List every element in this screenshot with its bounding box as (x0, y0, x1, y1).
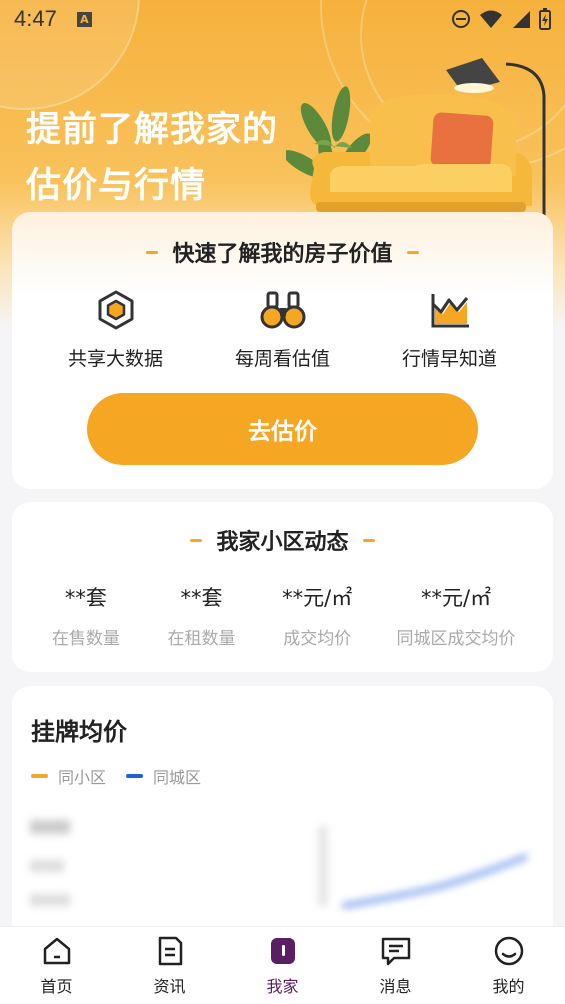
stat-label: 在售数量 (51, 629, 120, 649)
hero-title-line1: 提前了解我家的 (26, 110, 279, 150)
stats-row: **套 在售数量 **套 在租数量 **元/㎡ 成交均价 **元/㎡ 同城区成交… (12, 582, 553, 649)
stat-value: **套 (64, 586, 107, 610)
feature-list: 共享大数据 每周看估值 行情早知道 (12, 290, 553, 371)
message-icon (381, 937, 410, 965)
cube-icon (98, 290, 133, 330)
tab-label: 我家 (266, 976, 299, 996)
heading-dash-left (190, 538, 203, 542)
notification-icon: A (76, 11, 92, 27)
valuation-heading-text: 快速了解我的房子价值 (172, 242, 393, 267)
home-icon (43, 937, 70, 964)
legend-label: 同小区 (58, 768, 107, 787)
valuation-card: 快速了解我的房子价值 共享大数据 每周看估值 行情早知道 去估价 (12, 212, 553, 489)
hero-title-line2: 估价与行情 (26, 166, 207, 206)
tab-profile[interactable]: 我的 (452, 927, 565, 1004)
feature-label: 共享大数据 (67, 348, 163, 370)
stat-district-avg-price: **元/㎡ 同城区成交均价 (375, 582, 537, 649)
legend-swatch (31, 774, 48, 778)
feature-item-weekly-value: 每周看估值 (208, 290, 358, 371)
tab-messages[interactable]: 消息 (339, 927, 452, 1004)
my-home-icon (270, 937, 295, 964)
stat-label: 同城区成交均价 (396, 629, 516, 649)
trend-chart-icon (431, 294, 469, 328)
sofa-illustration (286, 58, 546, 226)
tab-label: 资讯 (153, 976, 186, 996)
status-bar: 4:47 A (0, 0, 565, 38)
tab-label: 我的 (492, 976, 525, 996)
legend-swatch (126, 774, 144, 778)
stat-label: 在租数量 (167, 629, 236, 649)
heading-dash-right (362, 538, 375, 542)
stat-for-sale: **套 在售数量 (28, 582, 144, 649)
battery-icon (539, 8, 551, 30)
legend-item-community: 同小区 (31, 764, 106, 788)
tab-label: 首页 (40, 976, 73, 996)
tab-label: 消息 (379, 976, 412, 996)
tab-news[interactable]: 资讯 (113, 927, 226, 1004)
community-heading-text: 我家小区动态 (216, 530, 349, 555)
legend-label: 同城区 (153, 768, 202, 787)
stat-value: **套 (180, 586, 223, 610)
tab-home[interactable]: 首页 (0, 927, 113, 1004)
bottom-tab-bar: 首页 资讯 我家 消息 我的 (0, 926, 565, 1004)
feature-label: 行情早知道 (401, 348, 497, 370)
legend-item-district: 同城区 (126, 764, 201, 788)
tab-my-home[interactable]: 我家 (226, 927, 339, 1004)
feature-label: 每周看估值 (234, 348, 330, 370)
listing-card-title: 挂牌均价 (31, 718, 127, 746)
heading-dash-left (146, 250, 159, 254)
stat-label: 成交均价 (283, 629, 352, 649)
feature-item-shared-data: 共享大数据 (41, 290, 191, 371)
community-heading: 我家小区动态 (12, 524, 553, 556)
feature-item-market-trend: 行情早知道 (375, 290, 525, 371)
dnd-icon (452, 10, 470, 28)
community-card: 我家小区动态 **套 在售数量 **套 在租数量 **元/㎡ 成交均价 **元/… (12, 502, 553, 672)
hero-title: 提前了解我家的 估价与行情 (26, 102, 278, 214)
status-time: 4:47 (14, 6, 57, 31)
valuation-heading: 快速了解我的房子价值 (12, 236, 553, 268)
signal-icon (513, 11, 530, 28)
stat-avg-price: **元/㎡ 成交均价 (259, 582, 375, 649)
chart-legend: 同小区 同城区 (31, 764, 201, 788)
stat-value: **元/㎡ (282, 586, 353, 610)
stat-value: **元/㎡ (421, 586, 492, 610)
heading-dash-right (406, 250, 419, 254)
wifi-icon (480, 10, 502, 28)
profile-icon (494, 936, 523, 965)
document-icon (158, 936, 182, 965)
go-valuation-button[interactable]: 去估价 (87, 393, 478, 465)
stat-for-rent: **套 在租数量 (144, 582, 260, 649)
binoculars-icon (260, 291, 305, 329)
